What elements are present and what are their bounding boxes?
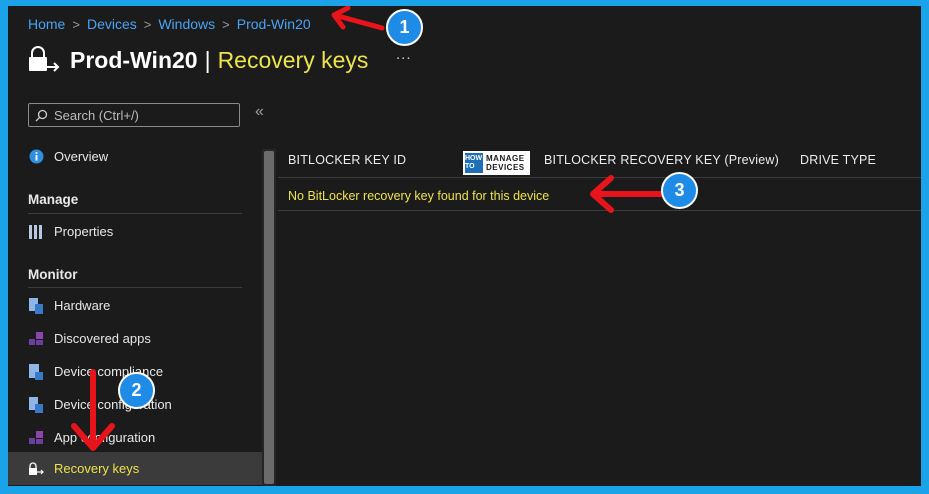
breadcrumb-separator: > (143, 16, 152, 32)
manage-word: MANAGE (486, 154, 525, 163)
column-header-key-id[interactable]: BITLOCKER KEY ID (288, 153, 406, 167)
title-divider: | (204, 46, 211, 73)
step-badge-2: 2 (118, 372, 155, 409)
annotation-arrow-icon (590, 175, 664, 213)
sidebar-item-label: Hardware (54, 298, 111, 313)
compliance-icon (28, 363, 44, 380)
search-box[interactable] (28, 103, 240, 127)
section-monitor: Monitor (28, 267, 78, 282)
sidebar-item-hardware[interactable]: Hardware (8, 289, 262, 322)
sidebar-item-label: Properties (54, 224, 114, 239)
divider (28, 213, 242, 214)
section-manage: Manage (28, 192, 79, 207)
configuration-icon (28, 396, 44, 413)
column-header-drive-type[interactable]: DRIVE TYPE (800, 153, 876, 167)
how-to-logo-block: HOW TO (465, 153, 483, 173)
collapse-sidebar-button[interactable]: « (255, 103, 264, 121)
info-icon (28, 149, 44, 165)
sidebar-scrollbar[interactable] (262, 149, 276, 486)
device-name: Prod-Win20 (70, 46, 198, 73)
page-title: Prod-Win20 | Recovery keys (26, 40, 368, 80)
annotation-arrow-icon (331, 6, 385, 31)
breadcrumb-separator: > (72, 16, 80, 32)
breadcrumb-device[interactable]: Prod-Win20 (237, 16, 311, 32)
scrollbar-thumb[interactable] (264, 151, 274, 484)
apps-grid-icon (28, 331, 44, 347)
column-header-recovery-key[interactable]: BITLOCKER RECOVERY KEY (Preview) (544, 153, 779, 167)
sidebar-item-label: Overview (54, 149, 109, 164)
search-input[interactable] (52, 106, 236, 124)
app-config-icon (28, 430, 44, 446)
breadcrumb-separator: > (222, 16, 230, 32)
hardware-icon (28, 297, 44, 314)
sidebar-item-app-configuration[interactable]: App configuration (8, 421, 262, 454)
properties-bars-icon (28, 224, 44, 240)
sidebar-item-label: Recovery keys (54, 461, 140, 476)
manage-devices-text: MANAGE DEVICES (486, 154, 525, 172)
sidebar-item-discovered-apps[interactable]: Discovered apps (8, 322, 262, 355)
lock-arrow-icon (28, 461, 44, 477)
devices-word: DEVICES (486, 163, 525, 172)
sidebar-item-overview[interactable]: Overview (8, 140, 262, 173)
breadcrumb-devices[interactable]: Devices (87, 16, 137, 32)
sidebar-item-recovery-keys[interactable]: Recovery keys (8, 452, 262, 485)
step-badge-3: 3 (661, 172, 698, 209)
section-name: Recovery keys (217, 46, 369, 73)
divider (28, 287, 242, 288)
annotation-arrow-icon (71, 369, 115, 451)
breadcrumb-home[interactable]: Home (28, 16, 65, 32)
app-window: Home > Devices > Windows > Prod-Win20 Pr… (8, 6, 921, 486)
sidebar-item-properties[interactable]: Properties (8, 215, 262, 248)
empty-state-message: No BitLocker recovery key found for this… (288, 189, 550, 203)
breadcrumb-windows[interactable]: Windows (158, 16, 215, 32)
lock-arrow-icon (29, 46, 60, 72)
step-badge-1: 1 (386, 9, 423, 46)
search-icon (35, 109, 48, 121)
watermark-logo: HOW TO MANAGE DEVICES (463, 151, 530, 175)
sidebar-item-label: Discovered apps (54, 331, 151, 346)
more-options-button[interactable]: ... (396, 46, 412, 63)
breadcrumb: Home > Devices > Windows > Prod-Win20 (28, 12, 311, 36)
